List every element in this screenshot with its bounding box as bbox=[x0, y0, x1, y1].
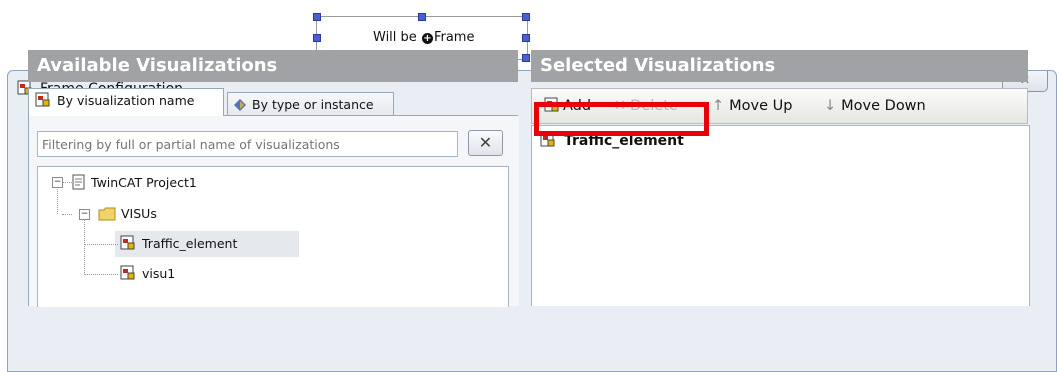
move-down-label: Move Down bbox=[841, 98, 926, 114]
visualization-tree[interactable]: − TwinCAT Project1 − VISUs Traffic_eleme… bbox=[37, 166, 509, 307]
resize-handle-top-left[interactable] bbox=[313, 13, 321, 21]
visu-icon bbox=[120, 235, 136, 258]
annotation-highlight-box bbox=[534, 102, 709, 136]
tree-connector bbox=[84, 219, 85, 275]
tree-connector bbox=[62, 214, 72, 215]
move-up-button[interactable]: ↑ Move Up bbox=[712, 89, 792, 123]
move-up-label: Move Up bbox=[729, 98, 793, 114]
resize-handle-left[interactable] bbox=[313, 34, 321, 42]
clear-filter-button[interactable]: ✕ bbox=[468, 130, 503, 156]
visu-icon bbox=[35, 92, 51, 116]
tree-item-label: TwinCAT Project1 bbox=[91, 175, 197, 190]
tree-item-label: VISUs bbox=[121, 206, 157, 221]
tab-label: By type or instance bbox=[252, 97, 374, 112]
collapse-toggle[interactable]: − bbox=[52, 177, 63, 188]
tree-item-label: Traffic_element bbox=[142, 236, 238, 251]
selected-visualizations-list[interactable]: Traffic_element bbox=[531, 125, 1030, 306]
tree-item-traffic-element[interactable]: Traffic_element bbox=[120, 233, 237, 255]
available-visualizations-header: Available Visualizations bbox=[28, 50, 518, 82]
clear-icon: ✕ bbox=[478, 133, 493, 152]
plus-icon: + bbox=[421, 33, 433, 44]
move-down-button[interactable]: ↓ Move Down bbox=[824, 89, 926, 123]
folder-icon bbox=[98, 206, 116, 228]
resize-handle-top[interactable] bbox=[418, 13, 426, 21]
filter-input[interactable] bbox=[37, 131, 458, 157]
tab-by-visualization-name[interactable]: By visualization name bbox=[28, 88, 224, 116]
resize-handle-right[interactable] bbox=[522, 34, 530, 42]
tree-connector bbox=[62, 182, 72, 183]
tree-connector bbox=[84, 244, 118, 245]
tree-connector bbox=[84, 274, 118, 275]
arrow-up-icon: ↑ bbox=[712, 98, 725, 114]
tree-item-folder[interactable]: VISUs bbox=[98, 203, 157, 225]
resize-handle-top-right[interactable] bbox=[522, 13, 530, 21]
tree-connector bbox=[57, 186, 58, 214]
visu-icon bbox=[120, 265, 136, 288]
tree-item-project[interactable]: TwinCAT Project1 bbox=[72, 172, 197, 194]
resize-handle-bottom-right[interactable] bbox=[522, 54, 530, 62]
tree-item-label: visu1 bbox=[142, 266, 176, 281]
tree-item-visu1[interactable]: visu1 bbox=[120, 263, 175, 285]
arrow-down-icon: ↓ bbox=[824, 98, 837, 114]
project-icon bbox=[72, 174, 86, 197]
tab-label: By visualization name bbox=[57, 93, 195, 108]
selected-visualizations-header: Selected Visualizations bbox=[531, 50, 1028, 82]
frame-element-label: Will be + Frame bbox=[373, 30, 475, 45]
collapse-toggle[interactable]: − bbox=[79, 209, 90, 220]
